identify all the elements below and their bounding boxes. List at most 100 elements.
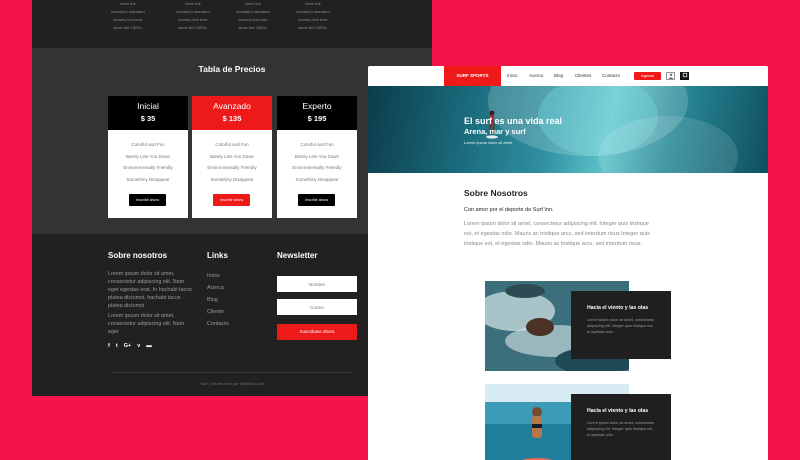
nav-link-inicio[interactable]: Inicio (507, 66, 518, 86)
card-title: Hacia el viento y las olas (587, 305, 649, 311)
brand-logo[interactable]: SURF SPORTS (444, 66, 501, 86)
footer-about-paragraph: Lorem ipsum dolor sit amet, consectetur … (108, 313, 185, 335)
strip-line: since the 1500s. (113, 25, 143, 30)
social-icons: f t G+ v ▬ (108, 342, 152, 350)
plan-feature: Colorful and Fun (215, 142, 249, 147)
subscribe-button[interactable]: Suscribase ahora (277, 324, 357, 340)
strip-line: dummy text ever (178, 17, 208, 22)
footer-link[interactable]: Acerca (207, 282, 229, 294)
plan-feature: Environmentally Friendly (207, 165, 257, 170)
light-page-mockup: SURF SPORTS Inicio Acerca Blog Clientes … (368, 66, 768, 460)
footer-about-text: Lorem ipsum dolor sit amet, consectetur … (108, 270, 192, 336)
about-title: Sobre Nosotros (464, 188, 528, 198)
plan-features: Colorful and Fun Barely Lets You Down En… (192, 130, 272, 185)
card-text: Lorem ipsum dolor sit amet, consectetur … (587, 318, 655, 334)
strip-column: been the industry's standard dummy text … (98, 0, 158, 32)
footer-links-heading: Links (207, 251, 228, 260)
nav-link-contacto[interactable]: Contacto (602, 66, 620, 86)
plan-features: Colorful and Fun Barely Lets You Down En… (108, 130, 188, 185)
plan-header: Avanzado $ 135 (192, 96, 272, 130)
hero-title: El surf es una vida real (464, 116, 563, 126)
strip-line: industry's standard (236, 9, 270, 14)
enroll-button[interactable]: Inscribir ahora (298, 194, 335, 206)
plan-feature: Colorful and Fun (300, 142, 334, 147)
name-field[interactable] (277, 276, 357, 292)
strip-line: dummy text ever (298, 17, 328, 22)
top-text-strip: been the industry's standard dummy text … (32, 0, 432, 48)
plan-features: Colorful and Fun Barely Lets You Down En… (277, 130, 357, 185)
footer-links: Inicio Acerca Blog Cliente Contacto (207, 270, 229, 330)
strip-line: industry's standard (176, 9, 210, 14)
footer-link[interactable]: Inicio (207, 270, 229, 282)
hero-subtitle: Arena, mar y surf (464, 127, 526, 136)
footer-about-heading: Sobre nosotros (108, 251, 168, 260)
strip-line: industry's standard (296, 9, 330, 14)
nav-link-clientes[interactable]: Clientes (575, 66, 591, 86)
footer-link[interactable]: Blog (207, 294, 229, 306)
google-plus-icon[interactable]: G+ (124, 342, 132, 350)
footer-divider (112, 372, 352, 373)
plan-card-experto: Experto $ 195 Colorful and Fun Barely Le… (277, 96, 357, 218)
enroll-button[interactable]: Inscribir ahora (129, 194, 166, 206)
plan-name: Avanzado (213, 101, 251, 111)
user-icon-glyph (668, 73, 673, 79)
footer-about-paragraph: Lorem ipsum dolor sit amet, consectetur … (108, 271, 192, 309)
plan-card-inicial: Inicial $ 35 Colorful and Fun Barely Let… (108, 96, 188, 218)
strip-line: since the 1500s. (298, 25, 328, 30)
cart-icon[interactable] (680, 72, 689, 80)
feature-card: Hacia el viento y las olas Lorem ipsum d… (485, 281, 671, 371)
strip-line: dummy text ever (113, 17, 143, 22)
plan-name: Experto (302, 101, 332, 111)
footer-link[interactable]: Contacto (207, 318, 229, 330)
newsletter-heading: Newsletter (277, 251, 318, 260)
youtube-icon[interactable]: ▬ (146, 342, 152, 350)
strip-line: been the (305, 1, 321, 6)
login-button[interactable]: Ingresar (634, 72, 661, 80)
plan-price: $ 135 (222, 114, 242, 123)
plan-feature: Environmentally Friendly (123, 165, 173, 170)
user-icon[interactable] (666, 72, 675, 80)
vimeo-icon[interactable]: v (137, 342, 140, 350)
strip-line: been the (185, 1, 201, 6)
footer-link[interactable]: Cliente (207, 306, 229, 318)
plan-feature: Environmentally Friendly (292, 165, 342, 170)
about-lead: Con amor por el deporte de Surf Inn. (464, 207, 554, 213)
plan-price: $ 35 (140, 114, 156, 123)
nav-link-acerca[interactable]: Acerca (529, 66, 543, 86)
plan-card-avanzado: Avanzado $ 135 Colorful and Fun Barely L… (192, 96, 272, 218)
plan-feature: Barely Lets You Down (125, 153, 171, 159)
strip-line: since the 1500s. (178, 25, 208, 30)
facebook-icon[interactable]: f (108, 342, 110, 350)
card-text: Lorem ipsum dolor sit amet, consectetur … (587, 421, 655, 437)
strip-column: been the industry's standard dummy text … (223, 0, 283, 32)
strip-line: since the 1500s. (238, 25, 268, 30)
hero-banner: El surf es una vida real Arena, mar y su… (368, 86, 768, 173)
site-navbar: SURF SPORTS Inicio Acerca Blog Clientes … (368, 66, 768, 86)
hero-caption: Lorem ipsum dolor sit amet (464, 140, 513, 145)
plan-name: Inicial (137, 101, 159, 111)
plan-feature: Barely Lets You Down (294, 153, 340, 159)
plan-price: $ 195 (307, 114, 327, 123)
about-body: Lorem ipsum dolor sit amet, consectetur … (464, 221, 650, 247)
email-field[interactable] (277, 299, 357, 315)
feature-card: Hacia el viento y las olas Lorem ipsum d… (485, 384, 671, 460)
strip-column: been the industry's standard dummy text … (163, 0, 223, 32)
strip-column: been the industry's standard dummy text … (283, 0, 343, 32)
strip-line: dummy text ever (238, 17, 268, 22)
card-overlay: Hacia el viento y las olas Lorem ipsum d… (571, 394, 671, 460)
plan-feature: Somethiny Disappear (210, 176, 254, 182)
twitter-icon[interactable]: t (116, 342, 118, 350)
strip-line: industry's standard (111, 9, 145, 14)
strip-line: been the (120, 1, 136, 6)
nav-link-blog[interactable]: Blog (554, 66, 563, 86)
cart-icon-glyph (682, 72, 687, 78)
plan-feature: Colorful and Fun (131, 142, 165, 147)
card-title: Hacia el viento y las olas (587, 408, 649, 414)
plan-feature: Barely Lets You Down (209, 153, 255, 159)
card-overlay: Hacia el viento y las olas Lorem ipsum d… (571, 291, 671, 359)
plan-feature: Somethiny Disappear (295, 176, 339, 182)
strip-line: been the (245, 1, 261, 6)
plan-header: Inicial $ 35 (108, 96, 188, 130)
plan-header: Experto $ 195 (277, 96, 357, 130)
enroll-button[interactable]: Inscribir ahora (213, 194, 250, 206)
